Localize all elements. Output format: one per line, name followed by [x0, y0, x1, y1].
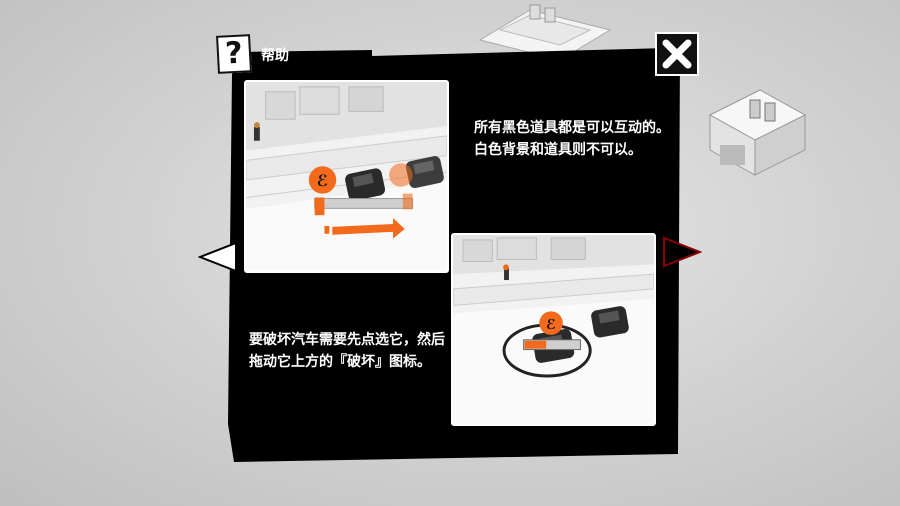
tip-interactive-props: 所有黑色道具都是可以互动的。白色背景和道具则不可以。: [474, 120, 670, 158]
svg-text:ℰ: ℰ: [546, 317, 556, 333]
background-building: [708, 89, 807, 176]
tutorial-screenshot-destroy-car: ℰ: [451, 233, 656, 426]
dialog-title: 帮助: [261, 48, 289, 64]
help-icon: ?: [216, 34, 252, 74]
arrow-right-icon[interactable]: [662, 236, 702, 268]
tutorial-screenshot-interactive-props: ℰ: [244, 80, 449, 273]
close-button[interactable]: [655, 32, 699, 76]
tip-destroy-car: 要破坏汽车需要先点选它，然后拖动它上方的『破坏』图标。: [249, 332, 445, 370]
svg-text:ℰ: ℰ: [317, 171, 328, 190]
help-glyph: ?: [224, 35, 244, 72]
close-x-icon: [662, 39, 692, 69]
arrow-left-icon[interactable]: [198, 241, 238, 273]
